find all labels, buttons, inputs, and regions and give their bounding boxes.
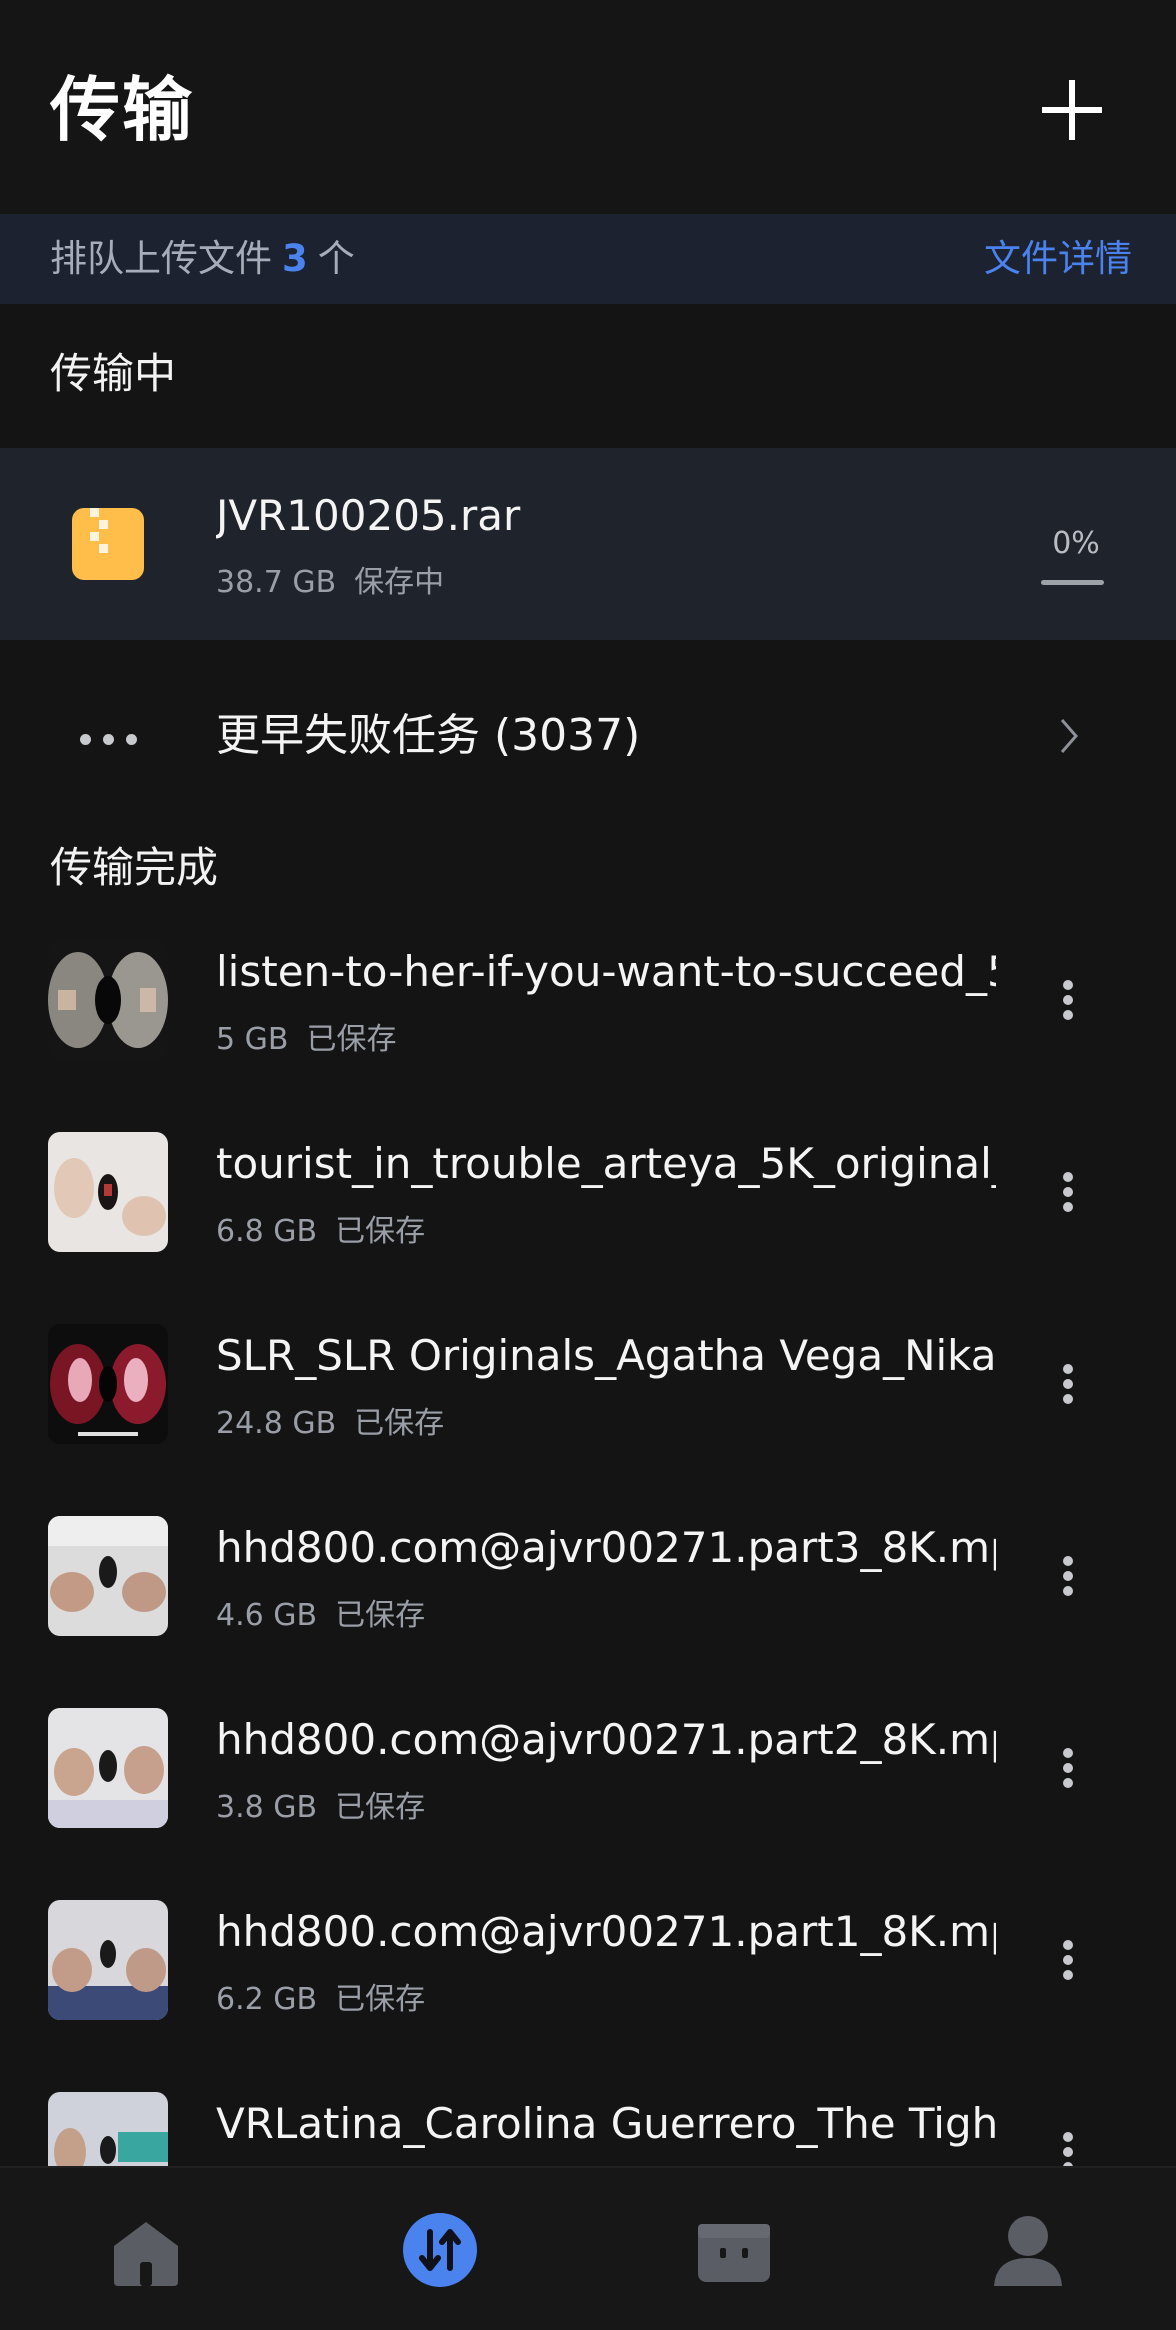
user-icon — [994, 2216, 1062, 2286]
nav-transfer[interactable] — [400, 2210, 480, 2290]
video-thumbnail[interactable] — [48, 1900, 168, 2020]
file-name: hhd800.com@ajvr00271.part2_8K.mp4 — [216, 1715, 996, 1764]
video-thumbnail[interactable] — [48, 940, 168, 1060]
queue-suffix: 个 — [317, 237, 355, 280]
file-status: 已保存 — [335, 1598, 426, 1633]
zip-file-icon — [72, 508, 144, 580]
file-name: VRLatina_Carolina Guerrero_The Tigh... — [216, 2099, 996, 2148]
video-thumbnail[interactable] — [48, 1516, 168, 1636]
queue-text: 排队上传文件 3 个 — [50, 214, 355, 304]
add-button[interactable] — [1040, 78, 1104, 142]
upload-queue-banner: 排队上传文件 3 个 文件详情 — [0, 214, 1176, 304]
transfer-row[interactable] — [0, 448, 1176, 640]
transfer-file-size: 38.7 GB — [216, 565, 337, 600]
file-name: hhd800.com@ajvr00271.part3_8K.mp4 — [216, 1523, 996, 1572]
video-thumbnail[interactable] — [48, 1324, 168, 1444]
transfer-icon — [403, 2213, 477, 2287]
more-vertical-icon[interactable] — [1056, 1162, 1080, 1222]
more-vertical-icon[interactable] — [1056, 1354, 1080, 1414]
transfer-page: 传输 排队上传文件 3 个 文件详情 传输中 JVR100205.rar 38.7 … — [0, 0, 1176, 2330]
file-status: 已保存 — [335, 1214, 426, 1249]
file-meta: 3.8 GB 已保存 — [216, 1788, 425, 1828]
file-meta: 4.6 GB 已保存 — [216, 1596, 425, 1636]
file-size: 6.8 GB — [216, 1214, 318, 1249]
more-vertical-icon[interactable] — [1056, 1738, 1080, 1798]
section-title-completed: 传输完成 — [50, 843, 219, 892]
file-meta: 24.8 GB 已保存 — [216, 1404, 444, 1444]
header: 传输 — [0, 0, 1176, 214]
transfer-file-meta: 38.7 GB 保存中 — [216, 563, 444, 603]
file-size: 3.8 GB — [216, 1790, 318, 1825]
file-name: listen-to-her-if-you-want-to-succeed_5..… — [216, 947, 996, 996]
file-status: 已保存 — [354, 1406, 445, 1441]
file-meta: 6.8 GB 已保存 — [216, 1212, 425, 1252]
failed-tasks-label: 更早失败任务 (3037) — [216, 710, 641, 761]
file-status: 已保存 — [335, 1982, 426, 2017]
file-details-link[interactable]: 文件详情 — [984, 214, 1132, 304]
file-size: 5 GB — [216, 1022, 289, 1057]
plus-icon — [1042, 80, 1102, 140]
more-vertical-icon[interactable] — [1056, 1546, 1080, 1606]
progress-label: 0% — [1052, 526, 1100, 561]
video-thumbnail[interactable] — [48, 1708, 168, 1828]
section-title-in-progress: 传输中 — [50, 349, 177, 398]
nav-home[interactable] — [106, 2210, 186, 2290]
nav-files[interactable] — [694, 2210, 774, 2290]
nav-profile[interactable] — [988, 2210, 1068, 2290]
more-vertical-icon[interactable] — [1056, 1930, 1080, 1990]
progress-bar — [1041, 580, 1104, 585]
transfer-file-name: JVR100205.rar — [216, 491, 521, 540]
file-meta: 6.2 GB 已保存 — [216, 1980, 425, 2020]
file-name: hhd800.com@ajvr00271.part1_8K.mp4 — [216, 1907, 996, 1956]
home-icon — [114, 2222, 178, 2286]
file-meta: 5 GB 已保存 — [216, 1020, 396, 1060]
more-horizontal-icon — [80, 730, 149, 749]
file-name: SLR_SLR Originals_Agatha Vega_Nika... — [216, 1331, 996, 1380]
file-status: 已保存 — [335, 1790, 426, 1825]
file-size: 4.6 GB — [216, 1598, 318, 1633]
file-size: 6.2 GB — [216, 1982, 318, 2017]
box-icon — [698, 2224, 770, 2282]
video-thumbnail[interactable] — [48, 1132, 168, 1252]
file-size: 24.8 GB — [216, 1406, 337, 1441]
chevron-right-icon — [1060, 719, 1078, 753]
transfer-file-status: 保存中 — [354, 565, 445, 600]
more-vertical-icon[interactable] — [1056, 970, 1080, 1030]
page-title: 传输 — [50, 69, 194, 151]
bottom-nav — [0, 2166, 1176, 2330]
queue-prefix: 排队上传文件 — [50, 237, 272, 280]
failed-tasks-row[interactable]: 更早失败任务 (3037) — [0, 670, 1176, 800]
file-name: tourist_in_trouble_arteya_5K_original_..… — [216, 1139, 996, 1188]
queue-count: 3 — [282, 237, 308, 280]
file-status: 已保存 — [306, 1022, 397, 1057]
